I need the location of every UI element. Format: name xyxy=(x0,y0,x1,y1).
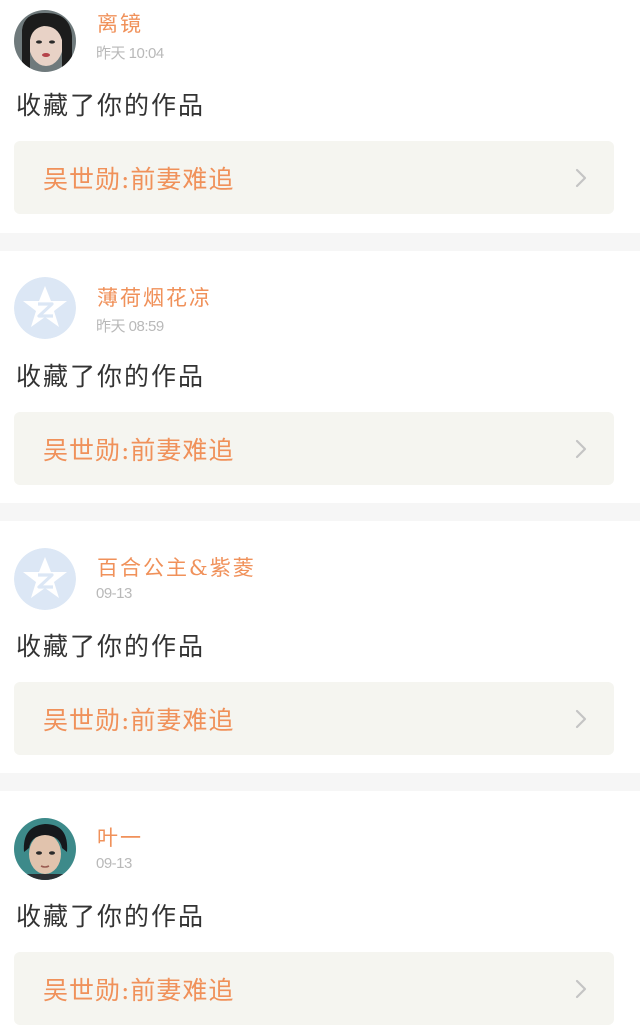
user-photo-avatar-icon xyxy=(14,818,76,880)
work-title: 吴世勋:前妻难追 xyxy=(43,976,235,1005)
work-card[interactable]: 吴世勋:前妻难追 xyxy=(14,141,614,214)
timestamp: 昨天 10:04 xyxy=(96,45,164,62)
chevron-right-icon xyxy=(575,439,587,459)
user-avatar[interactable] xyxy=(14,277,76,339)
work-title: 吴世勋:前妻难追 xyxy=(43,165,235,194)
action-text: 收藏了你的作品 xyxy=(16,91,206,120)
item-divider xyxy=(0,773,640,791)
work-title: 吴世勋:前妻难追 xyxy=(43,436,235,465)
username[interactable]: 百合公主&紫菱 xyxy=(97,552,256,582)
username[interactable]: 叶一 xyxy=(97,822,143,852)
user-photo-avatar-icon xyxy=(14,10,76,72)
timestamp: 09-13 xyxy=(96,585,132,602)
notification-item: 离镜 昨天 10:04 收藏了你的作品 吴世勋:前妻难追 xyxy=(0,0,640,233)
user-avatar[interactable] xyxy=(14,548,76,610)
action-text: 收藏了你的作品 xyxy=(16,632,206,661)
default-star-avatar-icon xyxy=(14,548,76,610)
work-card[interactable]: 吴世勋:前妻难追 xyxy=(14,682,614,755)
chevron-right-icon xyxy=(575,709,587,729)
notification-item: 薄荷烟花凉 昨天 08:59 收藏了你的作品 吴世勋:前妻难追 xyxy=(0,251,640,485)
item-divider xyxy=(0,503,640,521)
default-star-avatar-icon xyxy=(14,277,76,339)
notification-item: 百合公主&紫菱 09-13 收藏了你的作品 吴世勋:前妻难追 xyxy=(0,521,640,755)
chevron-right-icon xyxy=(575,979,587,999)
user-avatar[interactable] xyxy=(14,10,76,72)
work-card[interactable]: 吴世勋:前妻难追 xyxy=(14,952,614,1025)
timestamp: 昨天 08:59 xyxy=(96,318,164,335)
notification-item: 叶一 09-13 收藏了你的作品 吴世勋:前妻难追 xyxy=(0,791,640,1025)
chevron-right-icon xyxy=(575,168,587,188)
work-title: 吴世勋:前妻难追 xyxy=(43,706,235,735)
user-avatar[interactable] xyxy=(14,818,76,880)
item-divider xyxy=(0,233,640,251)
action-text: 收藏了你的作品 xyxy=(16,902,206,931)
username[interactable]: 薄荷烟花凉 xyxy=(97,282,212,312)
work-card[interactable]: 吴世勋:前妻难追 xyxy=(14,412,614,485)
username[interactable]: 离镜 xyxy=(97,8,143,38)
timestamp: 09-13 xyxy=(96,855,132,872)
action-text: 收藏了你的作品 xyxy=(16,362,206,391)
